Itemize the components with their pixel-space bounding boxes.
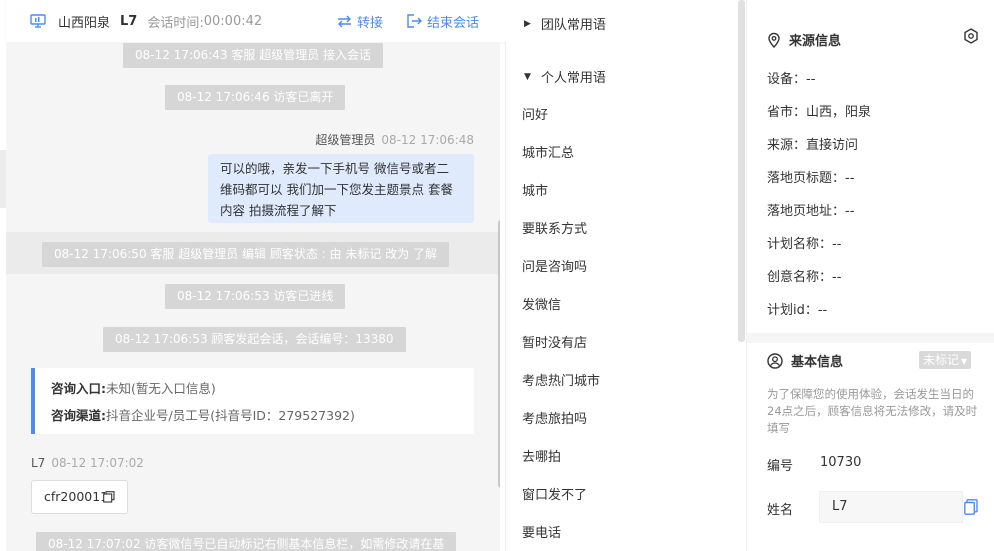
- consult-channel-label: 咨询渠道:: [51, 408, 106, 423]
- caret-down-icon: ▼: [524, 71, 531, 82]
- system-message: 08-12 17:06:46 访客已离开: [165, 85, 346, 110]
- phrases-scrollbar[interactable]: [738, 0, 745, 342]
- phrases-panel: ▶ 团队常用语 ▼ 个人常用语 问好 城市汇总 城市 要联系方式 问是咨询吗 发…: [506, 0, 746, 551]
- exit-icon: [407, 14, 422, 28]
- chat-workspace: 山西阳泉 L7 会话时间: 00:00:42 转接 结束会话 08-12 17:…: [0, 0, 994, 551]
- chat-panel: 山西阳泉 L7 会话时间: 00:00:42 转接 结束会话 08-12 17:…: [0, 0, 506, 551]
- landing-url-row: 落地页地址：--: [767, 204, 855, 219]
- location-pin-icon: [768, 32, 780, 48]
- customer-status-label: 未标记: [923, 353, 960, 367]
- visitor-region: 山西阳泉: [58, 15, 111, 31]
- consult-entry-label: 咨询入口:: [51, 381, 106, 396]
- visitor-message-bubble: cfr200011: [31, 480, 128, 514]
- system-message: 08-12 17:06:53 访客已进线: [165, 284, 346, 309]
- personal-phrases-group[interactable]: ▼ 个人常用语: [524, 67, 606, 86]
- agent-message-line: 维码都可以 我们加一下您发主题景点 套餐: [220, 182, 453, 197]
- visitor-id: L7: [120, 13, 138, 29]
- system-message: 08-12 17:06:50 客服 超级管理员 编辑 顾客状态 : 由 未标记 …: [42, 242, 449, 267]
- basic-info-header: 基本信息: [767, 351, 843, 370]
- phrase-item[interactable]: 城市: [522, 180, 548, 199]
- plan-id-row: 计划id：--: [767, 303, 828, 318]
- phrase-item[interactable]: 城市汇总: [522, 142, 574, 161]
- end-session-label: 结束会话: [427, 15, 480, 31]
- consult-channel-value: 抖音企业号/员工号(抖音号ID：279527392): [106, 408, 355, 423]
- visitor-name: L7: [31, 456, 46, 470]
- basic-info-title: 基本信息: [791, 355, 844, 370]
- transfer-button[interactable]: 转接: [337, 0, 383, 42]
- source-origin-row: 来源：直接访问: [767, 138, 859, 153]
- agent-message-meta: 超级管理员 08-12 17:06:48: [315, 131, 474, 148]
- edit-deadline-note: 为了保障您的使用体验，会话发生当日的24点之后，顾客信息将无法修改，请及时填写: [767, 387, 978, 435]
- landing-title-row: 落地页标题：--: [767, 171, 855, 186]
- chevron-down-icon: ▼: [961, 357, 968, 366]
- consult-channel-row: 咨询渠道:抖音企业号/员工号(抖音号ID：279527392): [51, 402, 474, 429]
- system-message: 08-12 17:07:02 访客微信号已自动标记右侧基本信息栏，如需修改请在基: [36, 532, 457, 551]
- phrase-item[interactable]: 问好: [522, 104, 548, 123]
- agent-name: 超级管理员: [315, 133, 376, 147]
- end-session-button[interactable]: 结束会话: [407, 0, 479, 42]
- visitor-message-text: cfr200011: [44, 489, 109, 504]
- consult-info-card: 咨询入口:未知(暂无入口信息) 咨询渠道:抖音企业号/员工号(抖音号ID：279…: [31, 368, 474, 434]
- agent-message-time: 08-12 17:06:48: [381, 133, 474, 147]
- caret-right-icon: ▶: [524, 18, 531, 29]
- creative-name-row: 创意名称：--: [767, 270, 842, 285]
- consult-entry-value: 未知(暂无入口信息): [106, 381, 216, 396]
- system-message: 08-12 17:06:53 顾客发起会话，会话编号：13380: [103, 327, 406, 352]
- personal-phrases-label: 个人常用语: [540, 71, 606, 86]
- source-info-header: 来源信息: [767, 30, 841, 49]
- number-value: 10730: [820, 455, 862, 470]
- system-message: 08-12 17:06:43 客服 超级管理员 接入会话: [123, 43, 384, 68]
- message-list[interactable]: 08-12 17:06:43 客服 超级管理员 接入会话 08-12 17:06…: [6, 42, 500, 551]
- chat-scrollbar[interactable]: [498, 220, 500, 488]
- monitor-icon: [30, 14, 46, 28]
- source-city-row: 省市：山西，阳泉: [767, 105, 872, 120]
- agent-message-line: 可以的哦，亲发一下手机号 微信号或者二: [220, 161, 449, 176]
- visitor-message-time: 08-12 17:07:02: [51, 456, 144, 470]
- phrase-item[interactable]: 要电话: [522, 522, 561, 541]
- user-circle-icon: [767, 352, 783, 369]
- phrase-item[interactable]: 去哪拍: [522, 446, 561, 465]
- agent-message-bubble: 可以的哦，亲发一下手机号 微信号或者二 维码都可以 我们加一下您发主题景点 套餐…: [208, 154, 474, 223]
- number-label: 编号: [767, 459, 794, 474]
- phrase-item[interactable]: 考虑旅拍吗: [522, 408, 587, 427]
- agent-message-line: 内容 拍摄流程了解下: [220, 203, 337, 218]
- settings-icon[interactable]: [963, 28, 979, 44]
- source-info-title: 来源信息: [789, 34, 842, 49]
- source-device-row: 设备：--: [767, 72, 816, 87]
- consult-entry-row: 咨询入口:未知(暂无入口信息): [51, 375, 474, 402]
- phrase-item[interactable]: 暂时没有店: [522, 332, 587, 351]
- team-phrases-group[interactable]: ▶ 团队常用语: [524, 14, 606, 33]
- phrase-item[interactable]: 窗口发不了: [522, 484, 587, 503]
- section-divider: [747, 333, 994, 343]
- name-input[interactable]: L7: [819, 491, 963, 523]
- name-label: 姓名: [767, 503, 794, 518]
- copy-icon[interactable]: [103, 491, 115, 503]
- team-phrases-label: 团队常用语: [540, 18, 606, 33]
- transfer-icon: [338, 15, 351, 27]
- customer-info-panel: 来源信息 设备：-- 省市：山西，阳泉 来源：直接访问 落地页标题：-- 落地页…: [746, 0, 994, 551]
- phrase-item[interactable]: 发微信: [522, 294, 561, 313]
- phrase-item[interactable]: 考虑热门城市: [522, 370, 600, 389]
- transfer-label: 转接: [357, 15, 384, 31]
- phrase-item[interactable]: 问是咨询吗: [522, 256, 587, 275]
- session-time-label: 会话时间:: [147, 15, 204, 31]
- customer-status-dropdown[interactable]: 未标记 ▼: [919, 351, 972, 369]
- phrase-item[interactable]: 要联系方式: [522, 218, 587, 237]
- session-time-value: 00:00:42: [203, 13, 263, 29]
- visitor-message-meta: L7 08-12 17:07:02: [31, 456, 144, 470]
- plan-name-row: 计划名称：--: [767, 237, 842, 252]
- copy-icon[interactable]: [964, 499, 978, 515]
